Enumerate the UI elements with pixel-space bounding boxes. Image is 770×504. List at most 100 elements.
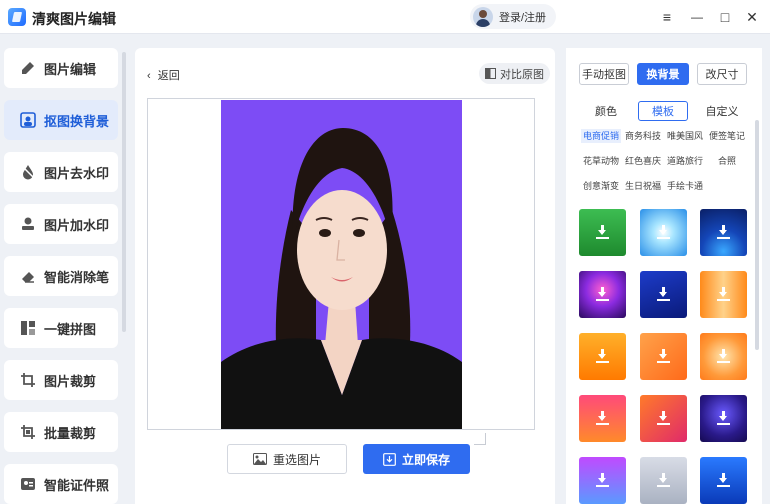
tab-manual-cutout[interactable]: 手动抠图 (579, 63, 629, 85)
close-icon[interactable]: ✕ (742, 7, 762, 27)
download-icon (657, 225, 670, 239)
sidebar-item-label: 批量裁剪 (44, 425, 97, 441)
sidebar-item-label: 智能证件照 (44, 477, 110, 493)
template-thumbnail[interactable] (640, 271, 687, 318)
crop-icon (21, 373, 35, 387)
drop-icon (21, 165, 35, 180)
minimize-icon[interactable]: — (687, 7, 707, 27)
category-notes[interactable]: 便签笔记 (709, 129, 745, 143)
template-thumbnail[interactable] (700, 457, 747, 504)
download-icon (717, 287, 730, 301)
download-icon (596, 473, 609, 487)
compare-icon (485, 68, 496, 79)
sidebar-scrollbar[interactable] (122, 52, 126, 332)
portrait-image (221, 128, 462, 429)
download-icon (383, 452, 396, 466)
download-icon (717, 225, 730, 239)
editor-area: ‹ 返回 对比原图 重选图片 立即保存 (135, 48, 555, 504)
id-photo-icon (21, 478, 35, 490)
compare-original-button[interactable]: 对比原图 (479, 63, 550, 84)
maximize-icon[interactable]: □ (715, 7, 735, 27)
template-thumbnail[interactable] (579, 395, 626, 442)
subtab-color[interactable]: 颜色 (587, 101, 625, 121)
collage-icon (21, 321, 35, 335)
sidebar: 图片编辑 抠图换背景 图片去水印 图片加水印 智能消除笔 一键拼图 图片裁剪 批… (0, 34, 130, 504)
image-canvas[interactable] (147, 98, 535, 430)
category-flowers-animals[interactable]: 花草动物 (583, 154, 619, 168)
category-road-travel[interactable]: 道路旅行 (667, 154, 703, 168)
template-thumbnail[interactable] (579, 333, 626, 380)
pencil-icon (22, 62, 34, 74)
edited-photo (221, 100, 462, 429)
panel-scrollbar[interactable] (755, 120, 759, 350)
template-thumbnail[interactable] (640, 395, 687, 442)
reselect-label: 重选图片 (272, 452, 321, 467)
template-thumbnail[interactable] (700, 209, 747, 256)
sidebar-item-cutout[interactable]: 抠图换背景 (4, 100, 118, 140)
sidebar-item-id-photo[interactable]: 智能证件照 (4, 464, 118, 504)
back-button[interactable]: ‹ 返回 (147, 67, 180, 83)
template-thumbnail[interactable] (579, 271, 626, 318)
sidebar-item-add-watermark[interactable]: 图片加水印 (4, 204, 118, 244)
category-festive-red[interactable]: 红色喜庆 (625, 154, 661, 168)
category-creative-gradient[interactable]: 创意渐变 (583, 179, 619, 193)
category-business-tech[interactable]: 商务科技 (625, 129, 661, 143)
template-thumbnail[interactable] (700, 271, 747, 318)
login-label: 登录/注册 (499, 11, 547, 24)
download-icon (596, 287, 609, 301)
download-icon (657, 411, 670, 425)
template-thumbnail[interactable] (579, 457, 626, 504)
image-icon (252, 453, 267, 465)
stamp-icon (22, 217, 34, 230)
compare-label: 对比原图 (500, 68, 544, 81)
sidebar-item-collage[interactable]: 一键拼图 (4, 308, 118, 348)
category-birthday[interactable]: 生日祝福 (625, 179, 661, 193)
app-title: 清爽图片编辑 (32, 11, 116, 27)
template-thumbnail[interactable] (640, 457, 687, 504)
menu-icon[interactable]: ≡ (657, 7, 677, 27)
subtab-custom[interactable]: 自定义 (702, 101, 742, 121)
download-icon (657, 473, 670, 487)
download-icon (657, 287, 670, 301)
sidebar-item-eraser[interactable]: 智能消除笔 (4, 256, 118, 296)
template-thumbnail[interactable] (700, 395, 747, 442)
template-thumbnail[interactable] (640, 209, 687, 256)
category-ecommerce[interactable]: 电商促销 (581, 129, 622, 143)
category-cartoon[interactable]: 手绘卡通 (667, 179, 703, 193)
back-label: 返回 (157, 70, 180, 82)
template-thumbnail[interactable] (700, 333, 747, 380)
category-group-photo[interactable]: 合照 (718, 154, 736, 168)
tab-resize[interactable]: 改尺寸 (697, 63, 747, 85)
download-icon (717, 411, 730, 425)
title-bar: 清爽图片编辑 登录/注册 ≡ — □ ✕ (0, 0, 770, 34)
login-button[interactable]: 登录/注册 (470, 4, 556, 29)
sidebar-item-remove-watermark[interactable]: 图片去水印 (4, 152, 118, 192)
sidebar-item-batch-crop[interactable]: 批量裁剪 (4, 412, 118, 452)
tab-change-background[interactable]: 换背景 (637, 63, 689, 85)
category-chinese-style[interactable]: 唯美国风 (667, 129, 703, 143)
eraser-icon (22, 272, 34, 283)
save-label: 立即保存 (401, 452, 450, 467)
sidebar-item-label: 图片裁剪 (44, 373, 97, 389)
download-icon (596, 225, 609, 239)
sidebar-item-edit[interactable]: 图片编辑 (4, 48, 118, 88)
sidebar-item-label: 图片加水印 (44, 217, 110, 233)
sidebar-item-label: 图片去水印 (44, 165, 110, 181)
template-thumbnail[interactable] (579, 209, 626, 256)
sidebar-item-crop[interactable]: 图片裁剪 (4, 360, 118, 400)
chevron-left-icon: ‹ (147, 70, 151, 82)
sidebar-item-label: 图片编辑 (44, 61, 97, 77)
background-panel: 手动抠图 换背景 改尺寸 颜色 模板 自定义 电商促销 商务科技 唯美国风 便签… (566, 48, 762, 504)
reselect-image-button[interactable]: 重选图片 (227, 444, 347, 474)
download-icon (717, 473, 730, 487)
app-logo-icon (8, 8, 26, 26)
template-thumbnail[interactable] (640, 333, 687, 380)
avatar (473, 6, 493, 27)
download-icon (596, 349, 609, 363)
batch-crop-icon (21, 425, 35, 439)
subtab-template[interactable]: 模板 (638, 101, 688, 121)
sidebar-item-label: 智能消除笔 (44, 269, 110, 285)
save-button[interactable]: 立即保存 (363, 444, 470, 474)
resize-handle[interactable] (474, 433, 486, 445)
cutout-icon (20, 112, 36, 128)
